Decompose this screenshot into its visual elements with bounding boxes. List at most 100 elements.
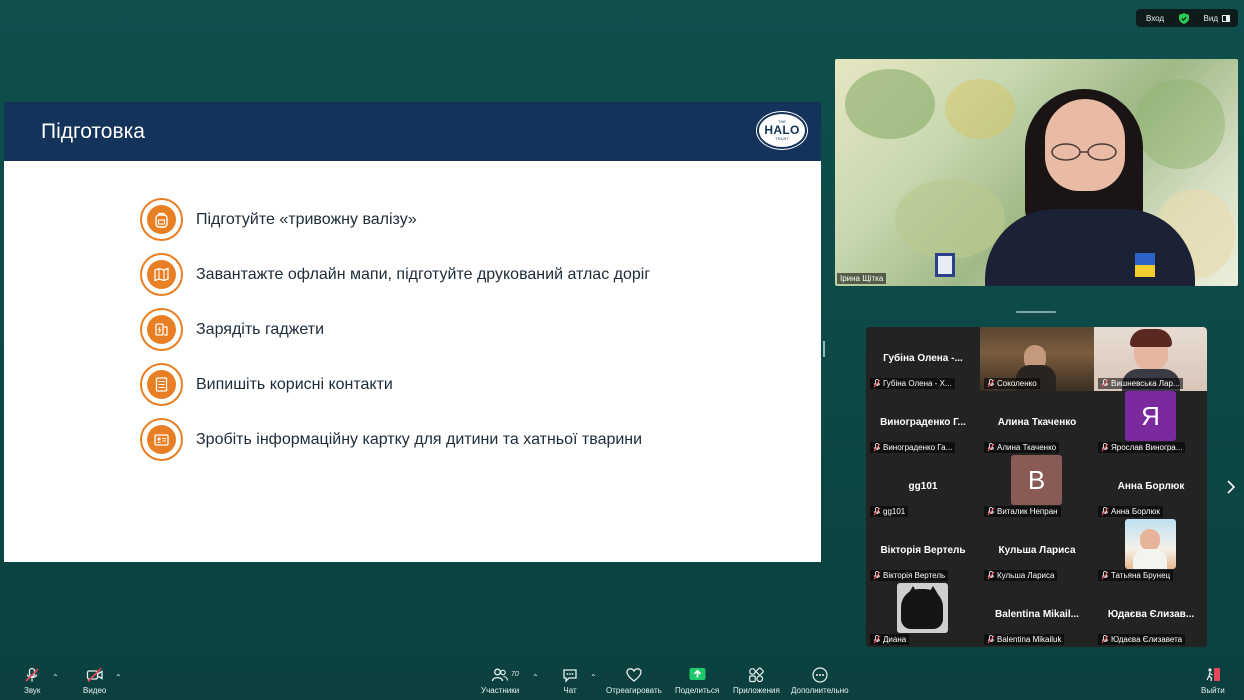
participant-tile[interactable]: Алина Ткаченко Алина Ткаченко — [980, 391, 1094, 455]
participant-tile[interactable]: Вікторія Вертель Вікторія Вертель — [866, 519, 980, 583]
shield-icon[interactable] — [1178, 12, 1189, 24]
participant-tile[interactable]: Я Ярослав Виногра... — [1094, 391, 1207, 455]
item-circle — [140, 308, 183, 351]
item-text: Випишіть корисні контакти — [196, 375, 393, 393]
participants-label: Участники — [481, 686, 520, 695]
share-screen-icon — [689, 668, 706, 680]
react-button[interactable]: Отреагировать — [606, 667, 662, 695]
participant-name: Виталик Непран — [997, 507, 1058, 516]
participant-tile[interactable]: Вишневська Лар... — [1094, 327, 1207, 391]
muted-mic-icon — [1101, 379, 1109, 388]
logo-bottom-text: TRUST — [775, 136, 789, 141]
item-circle — [140, 198, 183, 241]
participant-name-tag: Винограденко Га... — [870, 442, 956, 453]
muted-mic-icon — [873, 379, 881, 388]
participant-tile[interactable]: Юдаєва Єлизав... Юдаєва Єлизавета — [1094, 583, 1207, 647]
audio-label: Звук — [24, 686, 41, 695]
chat-options-caret-icon[interactable]: ⌃ — [590, 673, 597, 682]
participant-name: Balentina Mikailuk — [997, 635, 1062, 644]
participant-name: Алина Ткаченко — [997, 443, 1057, 452]
participant-display-name: Вікторія Вертель — [880, 545, 966, 556]
panel-splitter-handle[interactable] — [1016, 311, 1056, 313]
participant-tile[interactable]: B Виталик Непран — [980, 455, 1094, 519]
muted-mic-icon — [25, 667, 39, 682]
slide-item: Випишіть корисні контакти — [140, 363, 393, 406]
participant-display-name: Анна Борлюк — [1117, 481, 1185, 492]
apps-icon — [749, 667, 765, 683]
audio-button[interactable]: Звук — [24, 667, 40, 695]
halo-trust-logo: THE HALO TRUST — [757, 112, 807, 149]
participant-avatar: B — [1011, 455, 1062, 505]
next-page-chevron-icon[interactable] — [1226, 480, 1238, 494]
view-button[interactable]: Вид — [1204, 14, 1230, 23]
leave-label: Выйти — [1201, 686, 1225, 695]
chat-button[interactable]: Чат — [562, 667, 578, 695]
participant-name: Татьяна Брунец — [1111, 571, 1171, 580]
apps-button[interactable]: Приложения — [733, 667, 780, 695]
participant-tile[interactable]: Винограденко Г... Винограденко Га... — [866, 391, 980, 455]
leave-door-icon — [1206, 668, 1220, 682]
video-button[interactable]: Видео — [83, 667, 106, 695]
participant-name-tag: Balentina Mikailuk — [984, 634, 1065, 645]
slide-item: Завантажте офлайн мапи, підготуйте друко… — [140, 253, 650, 296]
more-button[interactable]: Дополнительно — [791, 667, 849, 695]
participant-name-tag: Алина Ткаченко — [984, 442, 1060, 453]
participant-tile[interactable]: Соколенко — [980, 327, 1094, 391]
participant-name-tag: Соколенко — [984, 378, 1040, 389]
audio-options-caret-icon[interactable]: ⌃ — [52, 673, 59, 682]
panel-resize-handle[interactable] — [823, 341, 825, 357]
participant-name-tag: Вікторія Вертель — [870, 570, 949, 581]
participant-name-tag: gg101 — [870, 506, 909, 517]
login-button[interactable]: Вход — [1146, 14, 1164, 23]
contacts-list-icon — [155, 377, 168, 392]
muted-mic-icon — [873, 571, 881, 580]
participant-name-tag: Татьяна Брунец — [1098, 570, 1174, 581]
muted-mic-icon — [987, 507, 995, 516]
leave-button[interactable]: Выйти — [1201, 667, 1225, 695]
participant-name: Соколенко — [997, 379, 1037, 388]
muted-mic-icon — [987, 379, 995, 388]
participant-name-tag: Виталик Непран — [984, 506, 1061, 517]
participants-icon — [491, 668, 509, 682]
heart-icon — [626, 668, 642, 682]
participant-name: Винограденко Га... — [883, 443, 953, 452]
participant-tile[interactable]: Анна Борлюк Анна Борлюк — [1094, 455, 1207, 519]
participant-tile[interactable]: Татьяна Брунец — [1094, 519, 1207, 583]
participant-display-name: Balentina Mikail... — [995, 609, 1079, 620]
react-label: Отреагировать — [606, 686, 662, 695]
participant-name-tag: Кульша Лариса — [984, 570, 1058, 581]
muted-mic-icon — [987, 635, 995, 644]
participant-photo — [1125, 519, 1176, 569]
participant-name: gg101 — [883, 507, 906, 516]
slide-item: Підготуйте «тривожну валізу» — [140, 198, 417, 241]
video-off-icon — [86, 667, 103, 683]
chat-label: Чат — [563, 686, 577, 695]
participant-photo — [897, 583, 948, 633]
share-screen-button[interactable]: Поделиться — [675, 667, 719, 695]
participant-tile[interactable]: Balentina Mikail... Balentina Mikailuk — [980, 583, 1094, 647]
layout-icon — [1222, 14, 1230, 22]
map-icon — [154, 267, 169, 282]
item-circle — [140, 418, 183, 461]
participant-avatar: Я — [1125, 391, 1176, 441]
active-speaker-video[interactable]: Ірина Щітка — [835, 59, 1238, 286]
video-options-caret-icon[interactable]: ⌃ — [115, 673, 122, 682]
share-label: Поделиться — [675, 686, 720, 695]
participants-options-caret-icon[interactable]: ⌃ — [532, 673, 539, 682]
participant-display-name: Винограденко Г... — [880, 417, 966, 428]
participant-tile[interactable]: Кульша Лариса Кульша Лариса — [980, 519, 1094, 583]
glasses-icon — [1051, 143, 1117, 161]
participant-name-tag: Диана — [870, 634, 910, 645]
participant-name: Юдаєва Єлизавета — [1111, 635, 1183, 644]
participant-display-name: gg101 — [908, 481, 938, 492]
participant-tile[interactable]: Диана — [866, 583, 980, 647]
participant-tile[interactable]: Губіна Олена -... Губіна Олена - Х... — [866, 327, 980, 391]
participant-tile[interactable]: gg101 gg101 — [866, 455, 980, 519]
participant-name: Ярослав Виногра... — [1111, 443, 1183, 452]
item-text: Завантажте офлайн мапи, підготуйте друко… — [196, 265, 651, 283]
participant-name-tag: Анна Борлюк — [1098, 506, 1163, 517]
muted-mic-icon — [1101, 443, 1109, 452]
participant-name-tag: Ярослав Виногра... — [1098, 442, 1186, 453]
slide-item: Зробіть інформаційну картку для дитини т… — [140, 418, 642, 461]
muted-mic-icon — [1101, 507, 1109, 516]
